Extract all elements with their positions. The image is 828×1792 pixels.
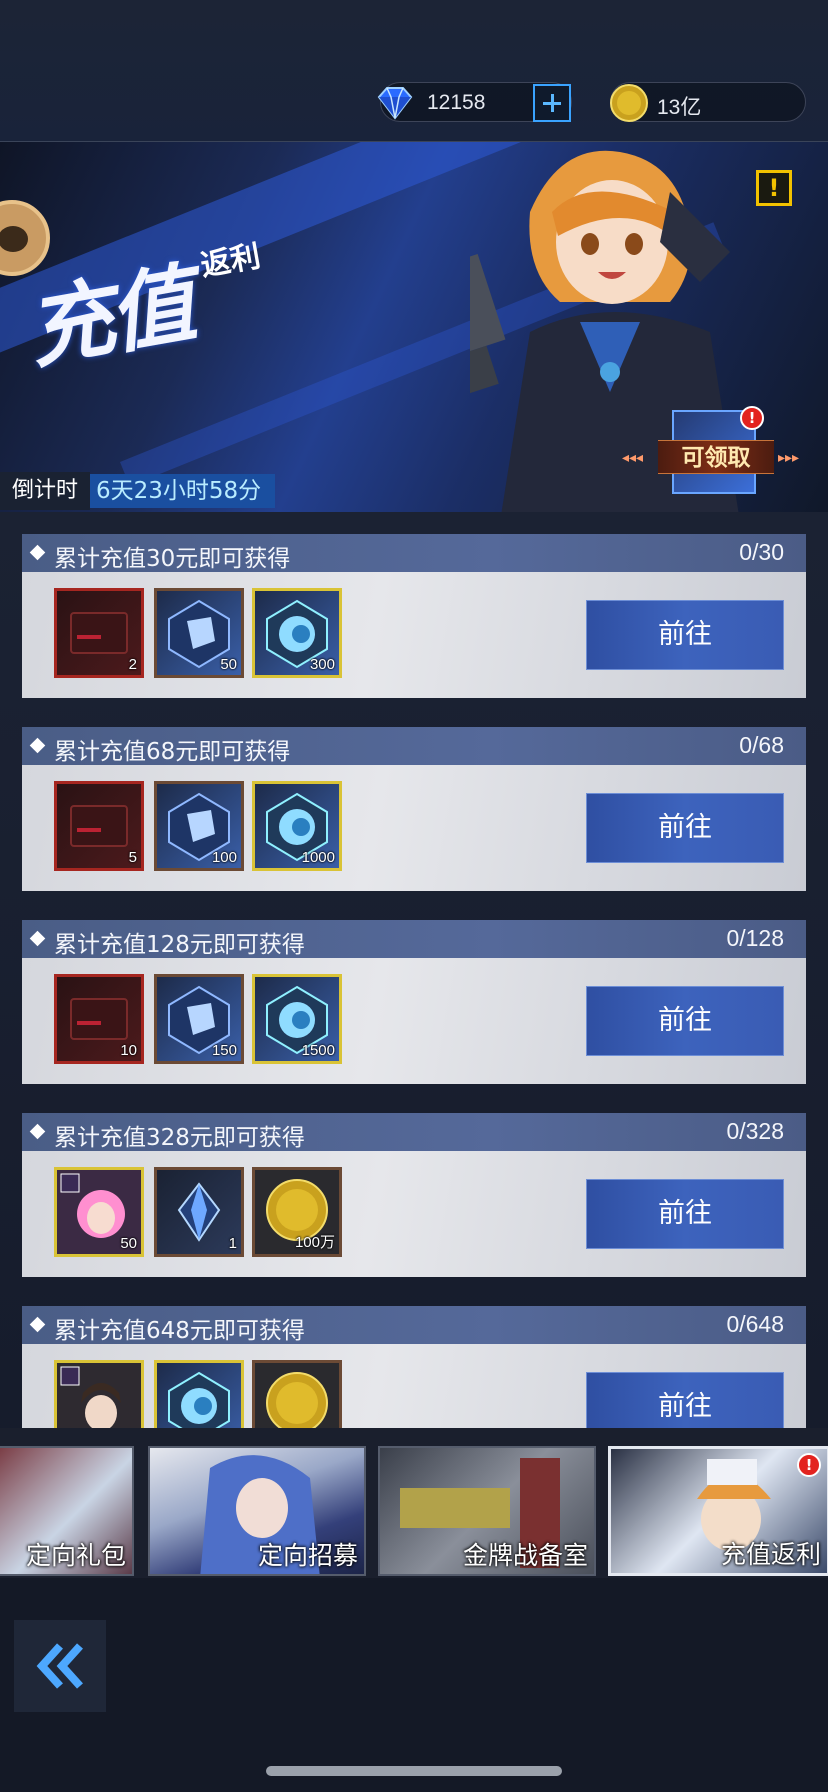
character-shard-icon[interactable]: 50 <box>54 1167 144 1257</box>
reward-tier-body: 5 100 1000 前往 <box>22 765 806 891</box>
item-quantity: 1 <box>228 1235 237 1252</box>
currency-bar: 12158 13亿 <box>0 0 828 142</box>
item-quantity: 50 <box>120 1235 137 1252</box>
reward-tier-header: 累计充值648元即可获得 0/648 <box>22 1306 806 1344</box>
blue-crystal-icon[interactable]: 150 <box>154 974 244 1064</box>
diamond-balance: 12158 <box>377 82 572 122</box>
double-chevron-left-icon <box>36 1643 83 1689</box>
tab-label: 金牌战备室 <box>462 1541 588 1570</box>
diamond-bullet-icon <box>29 1123 46 1140</box>
red-card-icon[interactable]: 10 <box>54 974 144 1064</box>
gold-balance: 13亿 <box>610 82 806 122</box>
character-shard-icon[interactable] <box>54 1360 144 1428</box>
go-button[interactable]: 前往 <box>586 1372 784 1428</box>
arrow-right-icon: ▸▸▸ <box>778 450 800 466</box>
item-quantity: 1000 <box>301 849 335 866</box>
countdown-label: 倒计时 <box>0 472 91 510</box>
tab-label: 定向礼包 <box>25 1541 126 1570</box>
event-banner: 充值 返利 ! ◂◂◂ 可领取 ▸▸▸ ! 倒计时 6天23小时58分 <box>0 142 828 512</box>
banner-title: 充值 <box>20 254 199 382</box>
blue-crystal-icon[interactable]: 50 <box>154 588 244 678</box>
diamond-bullet-icon <box>29 1316 46 1333</box>
item-quantity: 100 <box>211 849 237 866</box>
dark-crystal-icon[interactable]: 1 <box>154 1167 244 1257</box>
countdown-value: 6天23小时58分 <box>90 474 276 508</box>
tab-label: 定向招募 <box>257 1541 358 1570</box>
reward-tier-header: 累计充值30元即可获得 0/30 <box>22 534 806 572</box>
item-quantity: 100万 <box>294 1234 335 1251</box>
reward-tier-body: 2 50 300 前往 <box>22 572 806 698</box>
footer <box>0 1578 828 1792</box>
reward-tier-header: 累计充值128元即可获得 0/128 <box>22 920 806 958</box>
reward-tier-progress: 0/648 <box>726 1311 784 1337</box>
reward-tier-card: 累计充值648元即可获得 0/648 前往 <box>22 1306 806 1428</box>
tab-targeted-gift-pack[interactable]: 定向礼包 <box>0 1446 134 1576</box>
gem-orb-icon[interactable]: 1000 <box>252 781 342 871</box>
item-quantity: 2 <box>128 656 137 673</box>
claimable-label: 可领取 <box>658 440 774 474</box>
diamond-bullet-icon <box>29 544 46 561</box>
reward-tier-progress: 0/30 <box>739 539 784 565</box>
gold-coin-icon[interactable] <box>252 1360 342 1428</box>
reward-list[interactable]: 累计充值30元即可获得 0/30 2 50 300 前往 累计充值68元即可获得… <box>0 512 828 1428</box>
reward-tier-title: 累计充值30元即可获得 <box>54 546 291 572</box>
red-card-icon[interactable]: 5 <box>54 781 144 871</box>
reward-tier-title: 累计充值68元即可获得 <box>54 739 291 765</box>
diamond-bullet-icon <box>29 737 46 754</box>
notification-dot: ! <box>797 1453 821 1477</box>
item-quantity: 300 <box>309 656 335 673</box>
diamond-amount: 12158 <box>427 91 486 114</box>
notification-dot: ! <box>740 406 764 430</box>
add-diamond-button[interactable] <box>533 84 571 122</box>
banner-subtitle: 返利 <box>198 239 264 284</box>
info-alert-button[interactable]: ! <box>756 170 792 206</box>
gold-amount: 13亿 <box>657 96 702 119</box>
reward-tier-card: 累计充值328元即可获得 0/328 50 1 100万 前往 <box>22 1113 806 1277</box>
tab-recharge-rebate[interactable]: ! 充值返利 <box>608 1446 828 1576</box>
gold-coin-icon[interactable]: 100万 <box>252 1167 342 1257</box>
diamond-bullet-icon <box>29 930 46 947</box>
gem-orb-icon[interactable]: 300 <box>252 588 342 678</box>
reward-tier-progress: 0/68 <box>739 732 784 758</box>
go-button[interactable]: 前往 <box>586 600 784 670</box>
reward-tier-body: 前往 <box>22 1344 806 1428</box>
claimable-badge[interactable]: ◂◂◂ 可领取 ▸▸▸ ! <box>622 406 818 494</box>
go-button[interactable]: 前往 <box>586 986 784 1056</box>
reward-tier-header: 累计充值328元即可获得 0/328 <box>22 1113 806 1151</box>
reward-tier-title: 累计充值328元即可获得 <box>54 1125 305 1151</box>
red-card-icon[interactable]: 2 <box>54 588 144 678</box>
home-indicator[interactable] <box>266 1766 562 1776</box>
event-tab-bar: 定向礼包 定向招募 金牌战备室 ! 充值返利 <box>0 1428 828 1578</box>
countdown: 倒计时 6天23小时58分 <box>0 472 276 510</box>
item-quantity: 1500 <box>301 1042 335 1059</box>
gold-coin-icon <box>610 84 648 122</box>
gem-orb-icon[interactable]: 1500 <box>252 974 342 1064</box>
reward-tier-card: 累计充值128元即可获得 0/128 10 150 1500 前往 <box>22 920 806 1084</box>
reward-tier-card: 累计充值30元即可获得 0/30 2 50 300 前往 <box>22 534 806 698</box>
reward-tier-header: 累计充值68元即可获得 0/68 <box>22 727 806 765</box>
arrow-left-icon: ◂◂◂ <box>622 450 644 466</box>
item-quantity: 5 <box>128 849 137 866</box>
tab-label: 充值返利 <box>720 1540 821 1569</box>
reward-tier-card: 累计充值68元即可获得 0/68 5 100 1000 前往 <box>22 727 806 891</box>
blue-crystal-icon[interactable]: 100 <box>154 781 244 871</box>
back-button[interactable] <box>14 1620 106 1712</box>
tab-gold-armory[interactable]: 金牌战备室 <box>378 1446 596 1576</box>
item-quantity: 150 <box>211 1042 237 1059</box>
item-quantity: 50 <box>220 656 237 673</box>
diamond-icon <box>377 87 413 120</box>
tab-targeted-recruit[interactable]: 定向招募 <box>148 1446 366 1576</box>
reward-tier-title: 累计充值128元即可获得 <box>54 932 305 958</box>
gem-orb-icon[interactable] <box>154 1360 244 1428</box>
item-quantity: 10 <box>120 1042 137 1059</box>
go-button[interactable]: 前往 <box>586 1179 784 1249</box>
go-button[interactable]: 前往 <box>586 793 784 863</box>
reward-tier-progress: 0/128 <box>726 925 784 951</box>
reward-tier-title: 累计充值648元即可获得 <box>54 1318 305 1344</box>
reward-tier-body: 10 150 1500 前往 <box>22 958 806 1084</box>
reward-tier-body: 50 1 100万 前往 <box>22 1151 806 1277</box>
reward-tier-progress: 0/328 <box>726 1118 784 1144</box>
